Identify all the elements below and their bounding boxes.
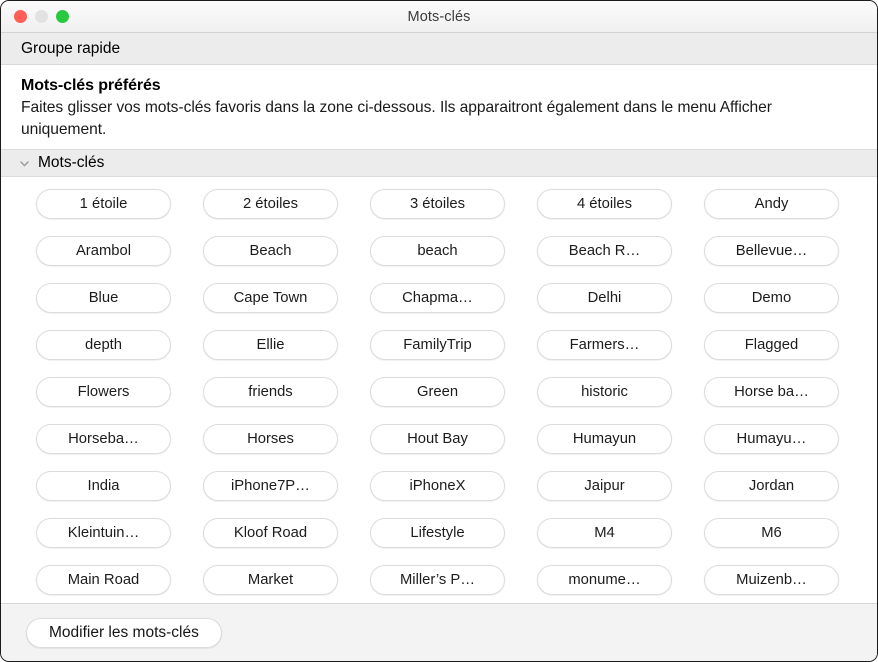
- traffic-light-group: [14, 1, 69, 32]
- keyword-chip[interactable]: Horseba…: [36, 424, 171, 454]
- keyword-chip[interactable]: Kloof Road: [203, 518, 338, 548]
- keyword-chip[interactable]: Humayu…: [704, 424, 839, 454]
- keyword-chip[interactable]: 2 étoiles: [203, 189, 338, 219]
- keyword-chip[interactable]: FamilyTrip: [370, 330, 505, 360]
- keyword-chip[interactable]: Humayun: [537, 424, 672, 454]
- keyword-chip[interactable]: Andy: [704, 189, 839, 219]
- keyword-chip[interactable]: beach: [370, 236, 505, 266]
- edit-keywords-button[interactable]: Modifier les mots-clés: [26, 617, 222, 648]
- intro-description: Faites glisser vos mots-clés favoris dan…: [21, 99, 772, 138]
- keyword-chip[interactable]: Bellevue…: [704, 236, 839, 266]
- keyword-chip[interactable]: Jaipur: [537, 471, 672, 501]
- chevron-down-icon[interactable]: [18, 157, 31, 170]
- keyword-chip[interactable]: Farmers…: [537, 330, 672, 360]
- zoom-button-icon[interactable]: [56, 10, 69, 23]
- keyword-chip[interactable]: Delhi: [537, 283, 672, 313]
- keyword-chip[interactable]: Jordan: [704, 471, 839, 501]
- keyword-chip[interactable]: Main Road: [36, 565, 171, 595]
- keyword-chip[interactable]: Green: [370, 377, 505, 407]
- page-title: Mots-clés préférés: [21, 77, 161, 94]
- keywords-window: Mots-clés Groupe rapide Mots-clés préfér…: [0, 0, 878, 662]
- keyword-chip[interactable]: Miller’s P…: [370, 565, 505, 595]
- keywords-grid: 1 étoile 2 étoiles 3 étoiles 4 étoiles Andy A…: [1, 189, 877, 595]
- keyword-chip[interactable]: monume…: [537, 565, 672, 595]
- keyword-chip[interactable]: M4: [537, 518, 672, 548]
- keyword-chip[interactable]: Ellie: [203, 330, 338, 360]
- window-title: Mots-clés: [407, 8, 471, 25]
- keyword-chip[interactable]: M6: [704, 518, 839, 548]
- keyword-chip[interactable]: Hout Bay: [370, 424, 505, 454]
- keyword-chip[interactable]: Chapma…: [370, 283, 505, 313]
- window-bottom-bar: Modifier les mots-clés: [1, 603, 877, 661]
- keyword-chip[interactable]: 4 étoiles: [537, 189, 672, 219]
- minimize-button-icon[interactable]: [35, 10, 48, 23]
- keyword-chip[interactable]: Flowers: [36, 377, 171, 407]
- keyword-chip[interactable]: friends: [203, 377, 338, 407]
- keywords-disclosure-label: Mots-clés: [38, 154, 105, 171]
- keyword-chip[interactable]: depth: [36, 330, 171, 360]
- keyword-chip[interactable]: Flagged: [704, 330, 839, 360]
- keyword-chip[interactable]: Beach R…: [537, 236, 672, 266]
- keyword-chip[interactable]: 3 étoiles: [370, 189, 505, 219]
- keywords-disclosure-row[interactable]: Mots-clés: [1, 149, 877, 177]
- quick-group-label: Groupe rapide: [21, 39, 121, 57]
- keyword-chip[interactable]: Arambol: [36, 236, 171, 266]
- window-titlebar: Mots-clés: [1, 1, 877, 33]
- keyword-chip[interactable]: Demo: [704, 283, 839, 313]
- keywords-grid-area: 1 étoile 2 étoiles 3 étoiles 4 étoiles Andy A…: [1, 177, 877, 603]
- keyword-chip[interactable]: Horse ba…: [704, 377, 839, 407]
- keyword-chip[interactable]: Horses: [203, 424, 338, 454]
- keyword-chip[interactable]: Lifestyle: [370, 518, 505, 548]
- keyword-chip[interactable]: iPhoneX: [370, 471, 505, 501]
- keyword-chip[interactable]: Beach: [203, 236, 338, 266]
- keyword-chip[interactable]: 1 étoile: [36, 189, 171, 219]
- intro-section: Mots-clés préférés Faites glisser vos mo…: [1, 65, 877, 149]
- close-button-icon[interactable]: [14, 10, 27, 23]
- keyword-chip[interactable]: Kleintuin…: [36, 518, 171, 548]
- keyword-chip[interactable]: Market: [203, 565, 338, 595]
- keyword-chip[interactable]: India: [36, 471, 171, 501]
- keyword-chip[interactable]: Blue: [36, 283, 171, 313]
- keyword-chip[interactable]: Cape Town: [203, 283, 338, 313]
- keyword-chip[interactable]: iPhone7P…: [203, 471, 338, 501]
- keyword-chip[interactable]: historic: [537, 377, 672, 407]
- keyword-chip[interactable]: Muizenb…: [704, 565, 839, 595]
- quick-group-header: Groupe rapide: [1, 33, 877, 65]
